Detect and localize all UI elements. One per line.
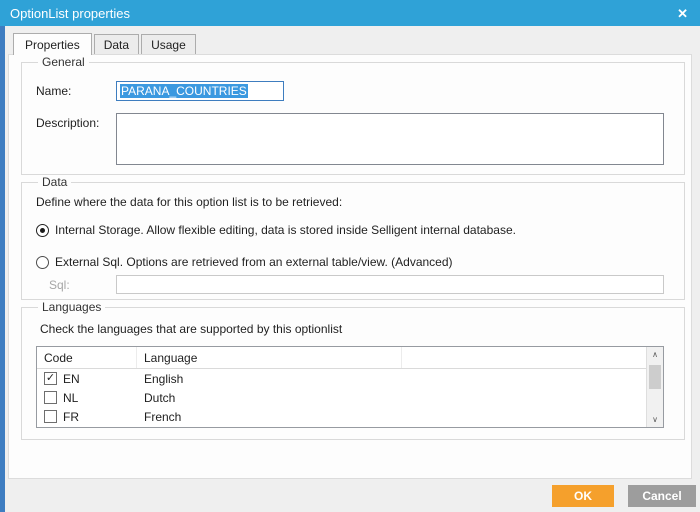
code-column-header[interactable]: Code: [37, 347, 137, 368]
language-name: French: [137, 410, 181, 424]
language-code: NL: [63, 391, 78, 405]
name-value-selected: PARANA_COUNTRIES: [120, 84, 248, 98]
scrollbar-thumb[interactable]: [649, 365, 661, 389]
general-legend: General: [38, 55, 89, 69]
title-bar[interactable]: OptionList properties ✕: [0, 0, 700, 26]
tab-strip: Properties Data Usage: [13, 32, 700, 54]
tab-usage[interactable]: Usage: [141, 34, 196, 54]
description-label: Description:: [36, 113, 116, 130]
tab-properties[interactable]: Properties: [13, 33, 92, 55]
radio-external-sql-label: External Sql. Options are retrieved from…: [55, 255, 453, 269]
languages-group: Languages Check the languages that are s…: [21, 300, 685, 440]
language-name: English: [137, 372, 183, 386]
language-checkbox-en[interactable]: ✓: [44, 372, 57, 385]
language-row-fr[interactable]: FR French: [37, 407, 663, 426]
general-group: General Name: PARANA_COUNTRIES Descripti…: [21, 55, 685, 175]
scroll-down-icon[interactable]: ∨: [647, 412, 663, 427]
language-name: Dutch: [137, 391, 175, 405]
language-row-nl[interactable]: NL Dutch: [37, 388, 663, 407]
language-column-header[interactable]: Language: [137, 347, 402, 368]
languages-intro-text: Check the languages that are supported b…: [40, 322, 664, 336]
radio-internal-storage-icon[interactable]: [36, 224, 49, 237]
languages-table: Code Language ✓ EN English: [36, 346, 664, 428]
tab-data[interactable]: Data: [94, 34, 139, 54]
optionlist-properties-dialog: OptionList properties ✕ Properties Data …: [0, 0, 700, 512]
tab-pane-properties: General Name: PARANA_COUNTRIES Descripti…: [8, 54, 692, 479]
radio-internal-storage[interactable]: Internal Storage. Allow flexible editing…: [36, 223, 664, 237]
description-input[interactable]: [116, 113, 664, 165]
window-title: OptionList properties: [10, 6, 130, 21]
cancel-button[interactable]: Cancel: [628, 485, 696, 507]
languages-legend: Languages: [38, 300, 105, 314]
language-code: EN: [63, 372, 80, 386]
button-row: OK Cancel: [5, 485, 700, 507]
data-group: Data Define where the data for this opti…: [21, 175, 685, 300]
languages-table-header: Code Language: [37, 347, 663, 369]
name-row: Name: PARANA_COUNTRIES: [36, 81, 664, 101]
name-label: Name:: [36, 81, 116, 98]
language-code: FR: [63, 410, 79, 424]
language-row-en[interactable]: ✓ EN English: [37, 369, 663, 388]
close-icon[interactable]: ✕: [677, 7, 688, 20]
scroll-up-icon[interactable]: ∧: [647, 347, 663, 362]
empty-column-header: [402, 347, 663, 368]
radio-external-sql-icon[interactable]: [36, 256, 49, 269]
language-checkbox-fr[interactable]: [44, 410, 57, 423]
data-legend: Data: [38, 175, 71, 189]
dialog-body: Properties Data Usage General Name: PARA…: [0, 26, 700, 512]
language-checkbox-nl[interactable]: [44, 391, 57, 404]
ok-button[interactable]: OK: [552, 485, 614, 507]
radio-internal-storage-label: Internal Storage. Allow flexible editing…: [55, 223, 516, 237]
description-row: Description:: [36, 113, 664, 165]
name-input[interactable]: PARANA_COUNTRIES: [116, 81, 284, 101]
sql-label: Sql:: [49, 275, 116, 292]
data-intro-text: Define where the data for this option li…: [36, 195, 664, 209]
sql-row: Sql:: [36, 275, 664, 294]
sql-input[interactable]: [116, 275, 664, 294]
table-scrollbar[interactable]: ∧ ∨: [646, 347, 663, 427]
radio-external-sql[interactable]: External Sql. Options are retrieved from…: [36, 255, 664, 269]
